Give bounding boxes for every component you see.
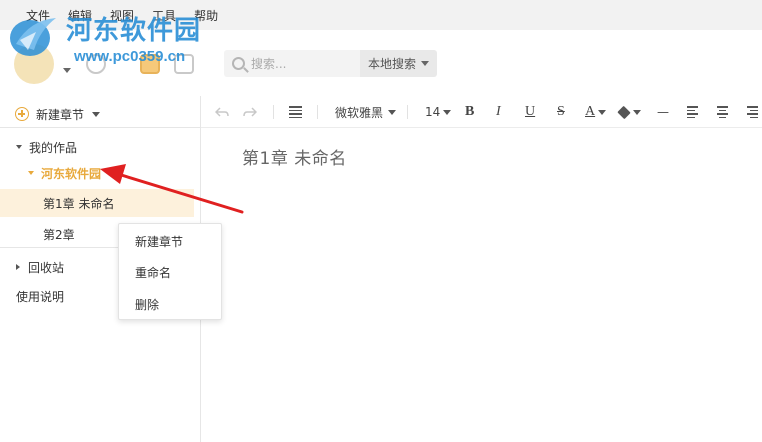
tree-item-chapter-1[interactable]: 第1章 未命名: [0, 189, 194, 217]
watermark: 河东软件园 www.pc0359.cn: [6, 6, 206, 68]
font-size-select[interactable]: 14: [425, 96, 452, 128]
divider: [407, 105, 408, 119]
tree-item-label: 第2章: [43, 227, 75, 242]
list-icon[interactable]: [289, 96, 302, 128]
search-icon: [232, 57, 245, 70]
divider: [317, 105, 318, 119]
font-size-value: 14: [425, 105, 441, 119]
paint-bucket-icon: [617, 105, 631, 119]
horizontal-rule-button[interactable]: —: [657, 96, 669, 128]
watermark-logo-icon: [10, 18, 56, 56]
editor-toolbar: 微软雅黑 14 B I U S A —: [201, 96, 762, 128]
expand-icon[interactable]: [16, 264, 20, 270]
tree-item-root[interactable]: 我的作品: [0, 133, 201, 161]
font-family-select[interactable]: 微软雅黑: [335, 96, 397, 128]
chevron-down-icon: [421, 61, 430, 66]
search-scope-label: 本地搜索: [368, 57, 417, 71]
add-icon: [15, 107, 29, 121]
font-color-button[interactable]: A: [585, 96, 607, 128]
chevron-down-icon: [92, 111, 101, 117]
search-box[interactable]: [224, 50, 360, 77]
align-center-icon[interactable]: [717, 96, 728, 128]
new-chapter-label: 新建章节: [36, 107, 85, 122]
redo-icon[interactable]: [243, 96, 257, 128]
context-new-chapter[interactable]: 新建章节: [135, 233, 183, 250]
bold-button[interactable]: B: [465, 96, 474, 128]
tree-item-label: 河东软件园: [41, 166, 102, 181]
underline-button[interactable]: U: [525, 96, 535, 128]
watermark-text: 河东软件园: [66, 16, 202, 46]
align-right-icon[interactable]: [747, 96, 758, 128]
fill-color-button[interactable]: [617, 96, 641, 128]
tree-item-label: 我的作品: [29, 140, 78, 155]
search-input[interactable]: [251, 56, 351, 71]
tree-item-book[interactable]: 河东软件园: [0, 159, 201, 187]
context-rename[interactable]: 重命名: [135, 264, 171, 281]
strikethrough-button[interactable]: S: [557, 96, 565, 128]
context-menu: 新建章节 重命名 删除: [118, 223, 222, 320]
tree-item-label: 回收站: [28, 260, 65, 275]
expand-icon[interactable]: [16, 145, 22, 149]
tree-item-label: 第1章 未命名: [43, 196, 115, 211]
divider: [0, 127, 201, 128]
font-color-label: A: [585, 104, 596, 119]
undo-icon[interactable]: [215, 96, 229, 128]
document-title[interactable]: 第1章 未命名: [242, 144, 347, 169]
search-scope-dropdown[interactable]: 本地搜索: [360, 50, 437, 77]
tree-item-label: 使用说明: [16, 289, 65, 304]
font-family-value: 微软雅黑: [335, 105, 384, 120]
divider: [273, 105, 274, 119]
expand-icon[interactable]: [28, 171, 34, 175]
new-chapter-button[interactable]: 新建章节: [15, 104, 101, 124]
italic-button[interactable]: I: [496, 96, 501, 128]
align-left-icon[interactable]: [687, 96, 698, 128]
watermark-url: www.pc0359.cn: [74, 48, 186, 65]
context-delete[interactable]: 删除: [135, 296, 159, 313]
